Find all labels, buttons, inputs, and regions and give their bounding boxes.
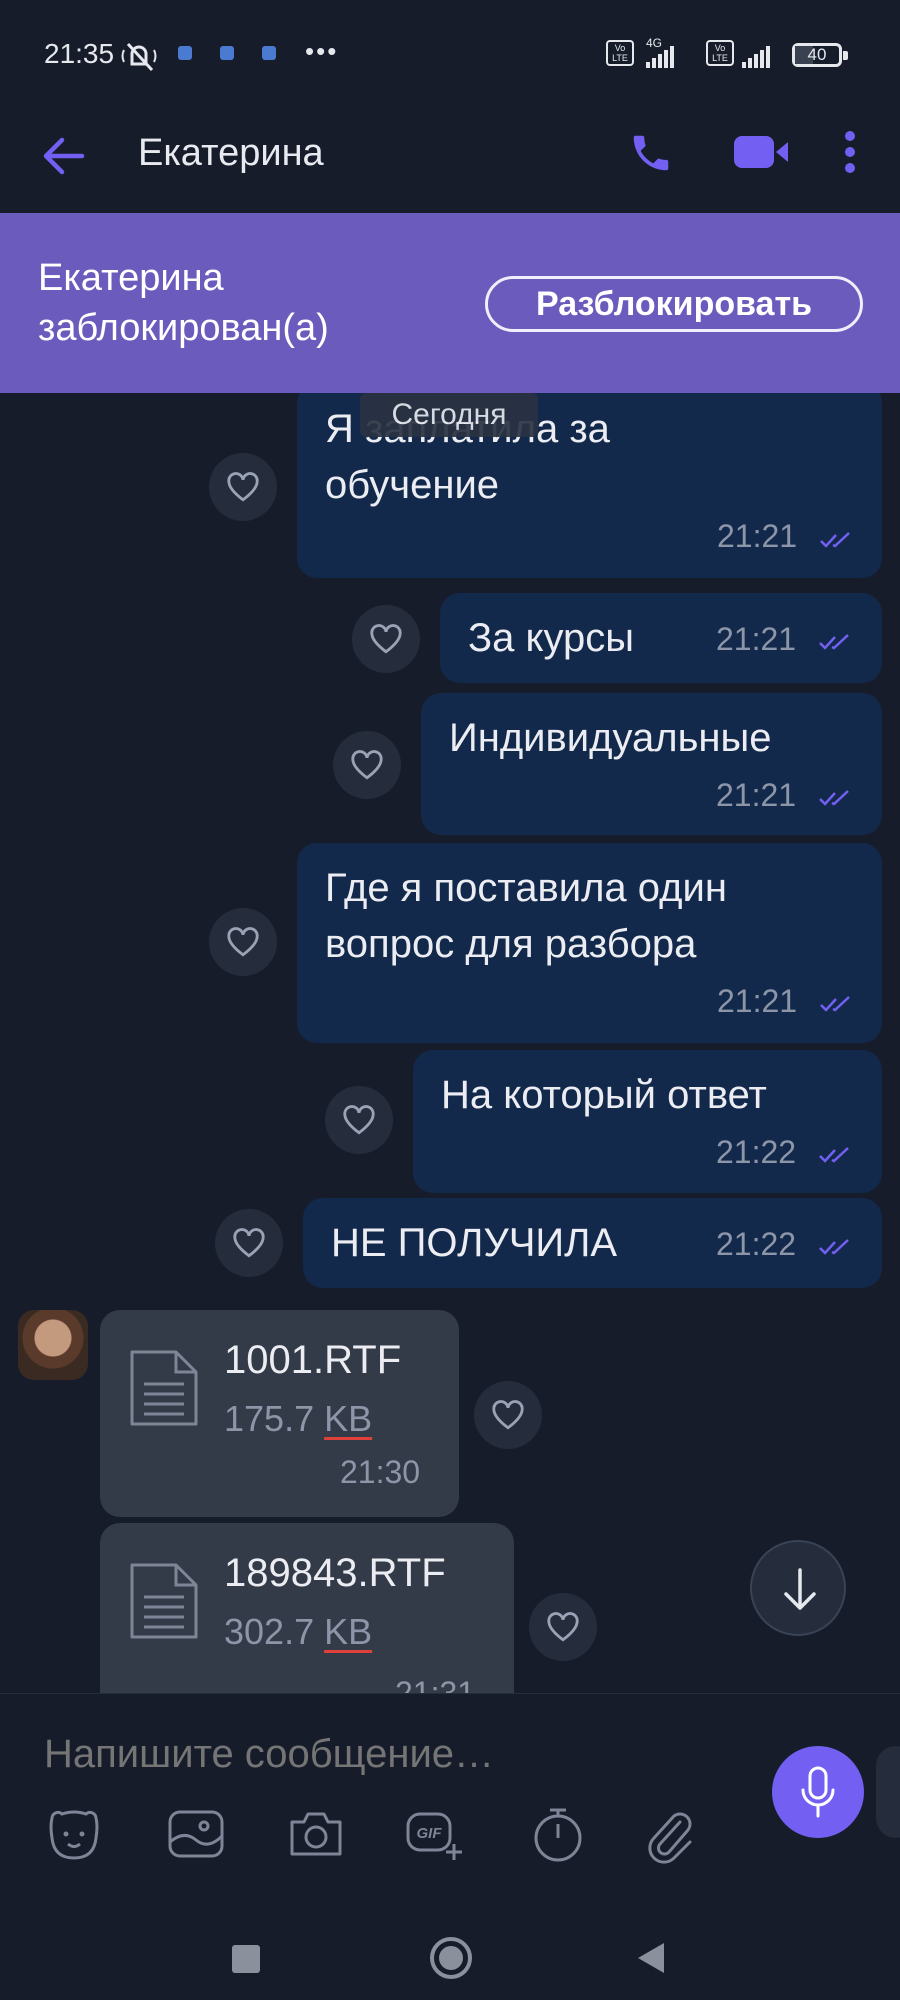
message-time: 21:30 <box>340 1454 421 1490</box>
blocked-notice: Екатерина заблокирован(а) <box>38 257 329 349</box>
recent-apps-button[interactable] <box>232 1945 260 1973</box>
heart-icon <box>351 750 383 780</box>
message-composer: GIF <box>0 1693 900 1864</box>
like-button[interactable] <box>325 1086 393 1154</box>
notification-app-icon <box>220 46 234 60</box>
message-text: Где я поставила один <box>325 866 727 910</box>
back-button[interactable] <box>636 1941 666 1975</box>
outgoing-message[interactable]: На который ответ 21:22 <box>413 1050 882 1193</box>
signal-icon <box>742 46 772 70</box>
microphone-icon <box>801 1766 835 1818</box>
volte-icon: Vo LTE <box>706 40 734 66</box>
camera-icon[interactable] <box>286 1804 346 1864</box>
status-bar: 21:35 ••• Vo LTE 4G Vo LTE 40 <box>0 0 900 100</box>
read-ticks-icon <box>819 790 849 806</box>
like-button[interactable] <box>215 1209 283 1277</box>
outgoing-message[interactable]: За курсы 21:21 <box>440 593 882 683</box>
battery-icon: 40 <box>792 43 848 67</box>
sender-avatar[interactable] <box>18 1310 88 1380</box>
sticker-icon[interactable] <box>44 1804 104 1864</box>
message-input[interactable] <box>44 1724 744 1784</box>
date-separator: Сегодня <box>360 393 538 437</box>
outgoing-message[interactable]: НЕ ПОЛУЧИЛА 21:22 <box>303 1198 882 1288</box>
signal-icon <box>646 46 676 70</box>
like-button[interactable] <box>529 1593 597 1661</box>
outgoing-message[interactable]: Индивидуальные 21:21 <box>421 693 882 835</box>
outgoing-message[interactable]: Где я поставила один вопрос для разбора … <box>297 843 882 1043</box>
volte-icon: Vo LTE <box>606 40 634 66</box>
like-button[interactable] <box>209 908 277 976</box>
back-arrow-icon[interactable] <box>42 136 86 176</box>
message-text: За курсы <box>468 616 635 660</box>
like-button[interactable] <box>209 453 277 521</box>
message-time: 21:22 <box>716 1134 797 1170</box>
message-time: 21:22 <box>716 1226 797 1262</box>
message-time: 21:21 <box>716 777 797 813</box>
document-icon <box>130 1350 198 1426</box>
unblock-button[interactable]: Разблокировать <box>485 276 863 332</box>
heart-icon <box>370 624 402 654</box>
voice-message-button[interactable] <box>772 1746 864 1838</box>
file-size: 175.7 KB <box>224 1398 373 1439</box>
document-icon <box>130 1563 198 1639</box>
secondary-action-button[interactable] <box>876 1746 900 1838</box>
mute-bell-icon <box>121 42 157 72</box>
arrow-down-icon <box>784 1568 816 1610</box>
message-time: 21:21 <box>717 983 798 1019</box>
message-time: 21:31 <box>395 1675 476 1693</box>
read-ticks-icon <box>820 532 850 548</box>
heart-icon <box>227 472 259 502</box>
timer-icon[interactable] <box>528 1804 588 1864</box>
home-button[interactable] <box>430 1937 472 1979</box>
status-time: 21:35 <box>44 38 115 69</box>
heart-icon <box>343 1105 375 1135</box>
message-text: НЕ ПОЛУЧИЛА <box>331 1221 618 1265</box>
blocked-banner: Екатерина заблокирован(а) Разблокировать <box>0 213 900 393</box>
svg-text:GIF: GIF <box>417 1825 443 1842</box>
heart-icon <box>233 1228 265 1258</box>
message-text: вопрос для разбора <box>325 922 697 966</box>
file-name: 1001.RTF <box>224 1338 402 1382</box>
read-ticks-icon <box>819 1239 849 1255</box>
message-list[interactable]: Я заплатила за обучение 21:21 Сегодня За… <box>0 393 900 1693</box>
system-navigation-bar <box>0 1893 900 2000</box>
battery-percent: 40 <box>807 45 827 64</box>
read-ticks-icon <box>819 1147 849 1163</box>
notification-app-icon <box>178 46 192 60</box>
incoming-file-message[interactable]: 189843.RTF 302.7 KB 21:31 <box>100 1523 514 1693</box>
chat-header: Екатерина <box>0 100 900 213</box>
attach-icon[interactable] <box>640 1804 700 1864</box>
message-time: 21:21 <box>716 621 797 657</box>
phone-icon[interactable] <box>628 130 674 176</box>
incoming-file-message[interactable]: 1001.RTF 175.7 KB 21:30 <box>100 1310 459 1517</box>
notification-app-icon <box>262 46 276 60</box>
message-text: обучение <box>325 463 500 507</box>
read-ticks-icon <box>820 996 850 1012</box>
gif-icon[interactable]: GIF <box>404 1804 464 1864</box>
file-name: 189843.RTF <box>224 1551 446 1595</box>
like-button[interactable] <box>333 731 401 799</box>
read-ticks-icon <box>819 634 849 650</box>
more-vert-icon[interactable] <box>844 130 856 174</box>
heart-icon <box>547 1612 579 1642</box>
message-text: На который ответ <box>441 1073 767 1117</box>
scroll-to-bottom-button[interactable] <box>750 1540 846 1636</box>
heart-icon <box>492 1400 524 1430</box>
gallery-icon[interactable] <box>166 1804 226 1864</box>
video-call-icon[interactable] <box>732 132 790 172</box>
message-text: Индивидуальные <box>449 716 772 760</box>
like-button[interactable] <box>474 1381 542 1449</box>
heart-icon <box>227 927 259 957</box>
message-time: 21:21 <box>717 518 798 554</box>
like-button[interactable] <box>352 605 420 673</box>
more-notifications-icon: ••• <box>305 36 339 66</box>
contact-name[interactable]: Екатерина <box>138 132 324 175</box>
file-size: 302.7 KB <box>224 1611 373 1652</box>
